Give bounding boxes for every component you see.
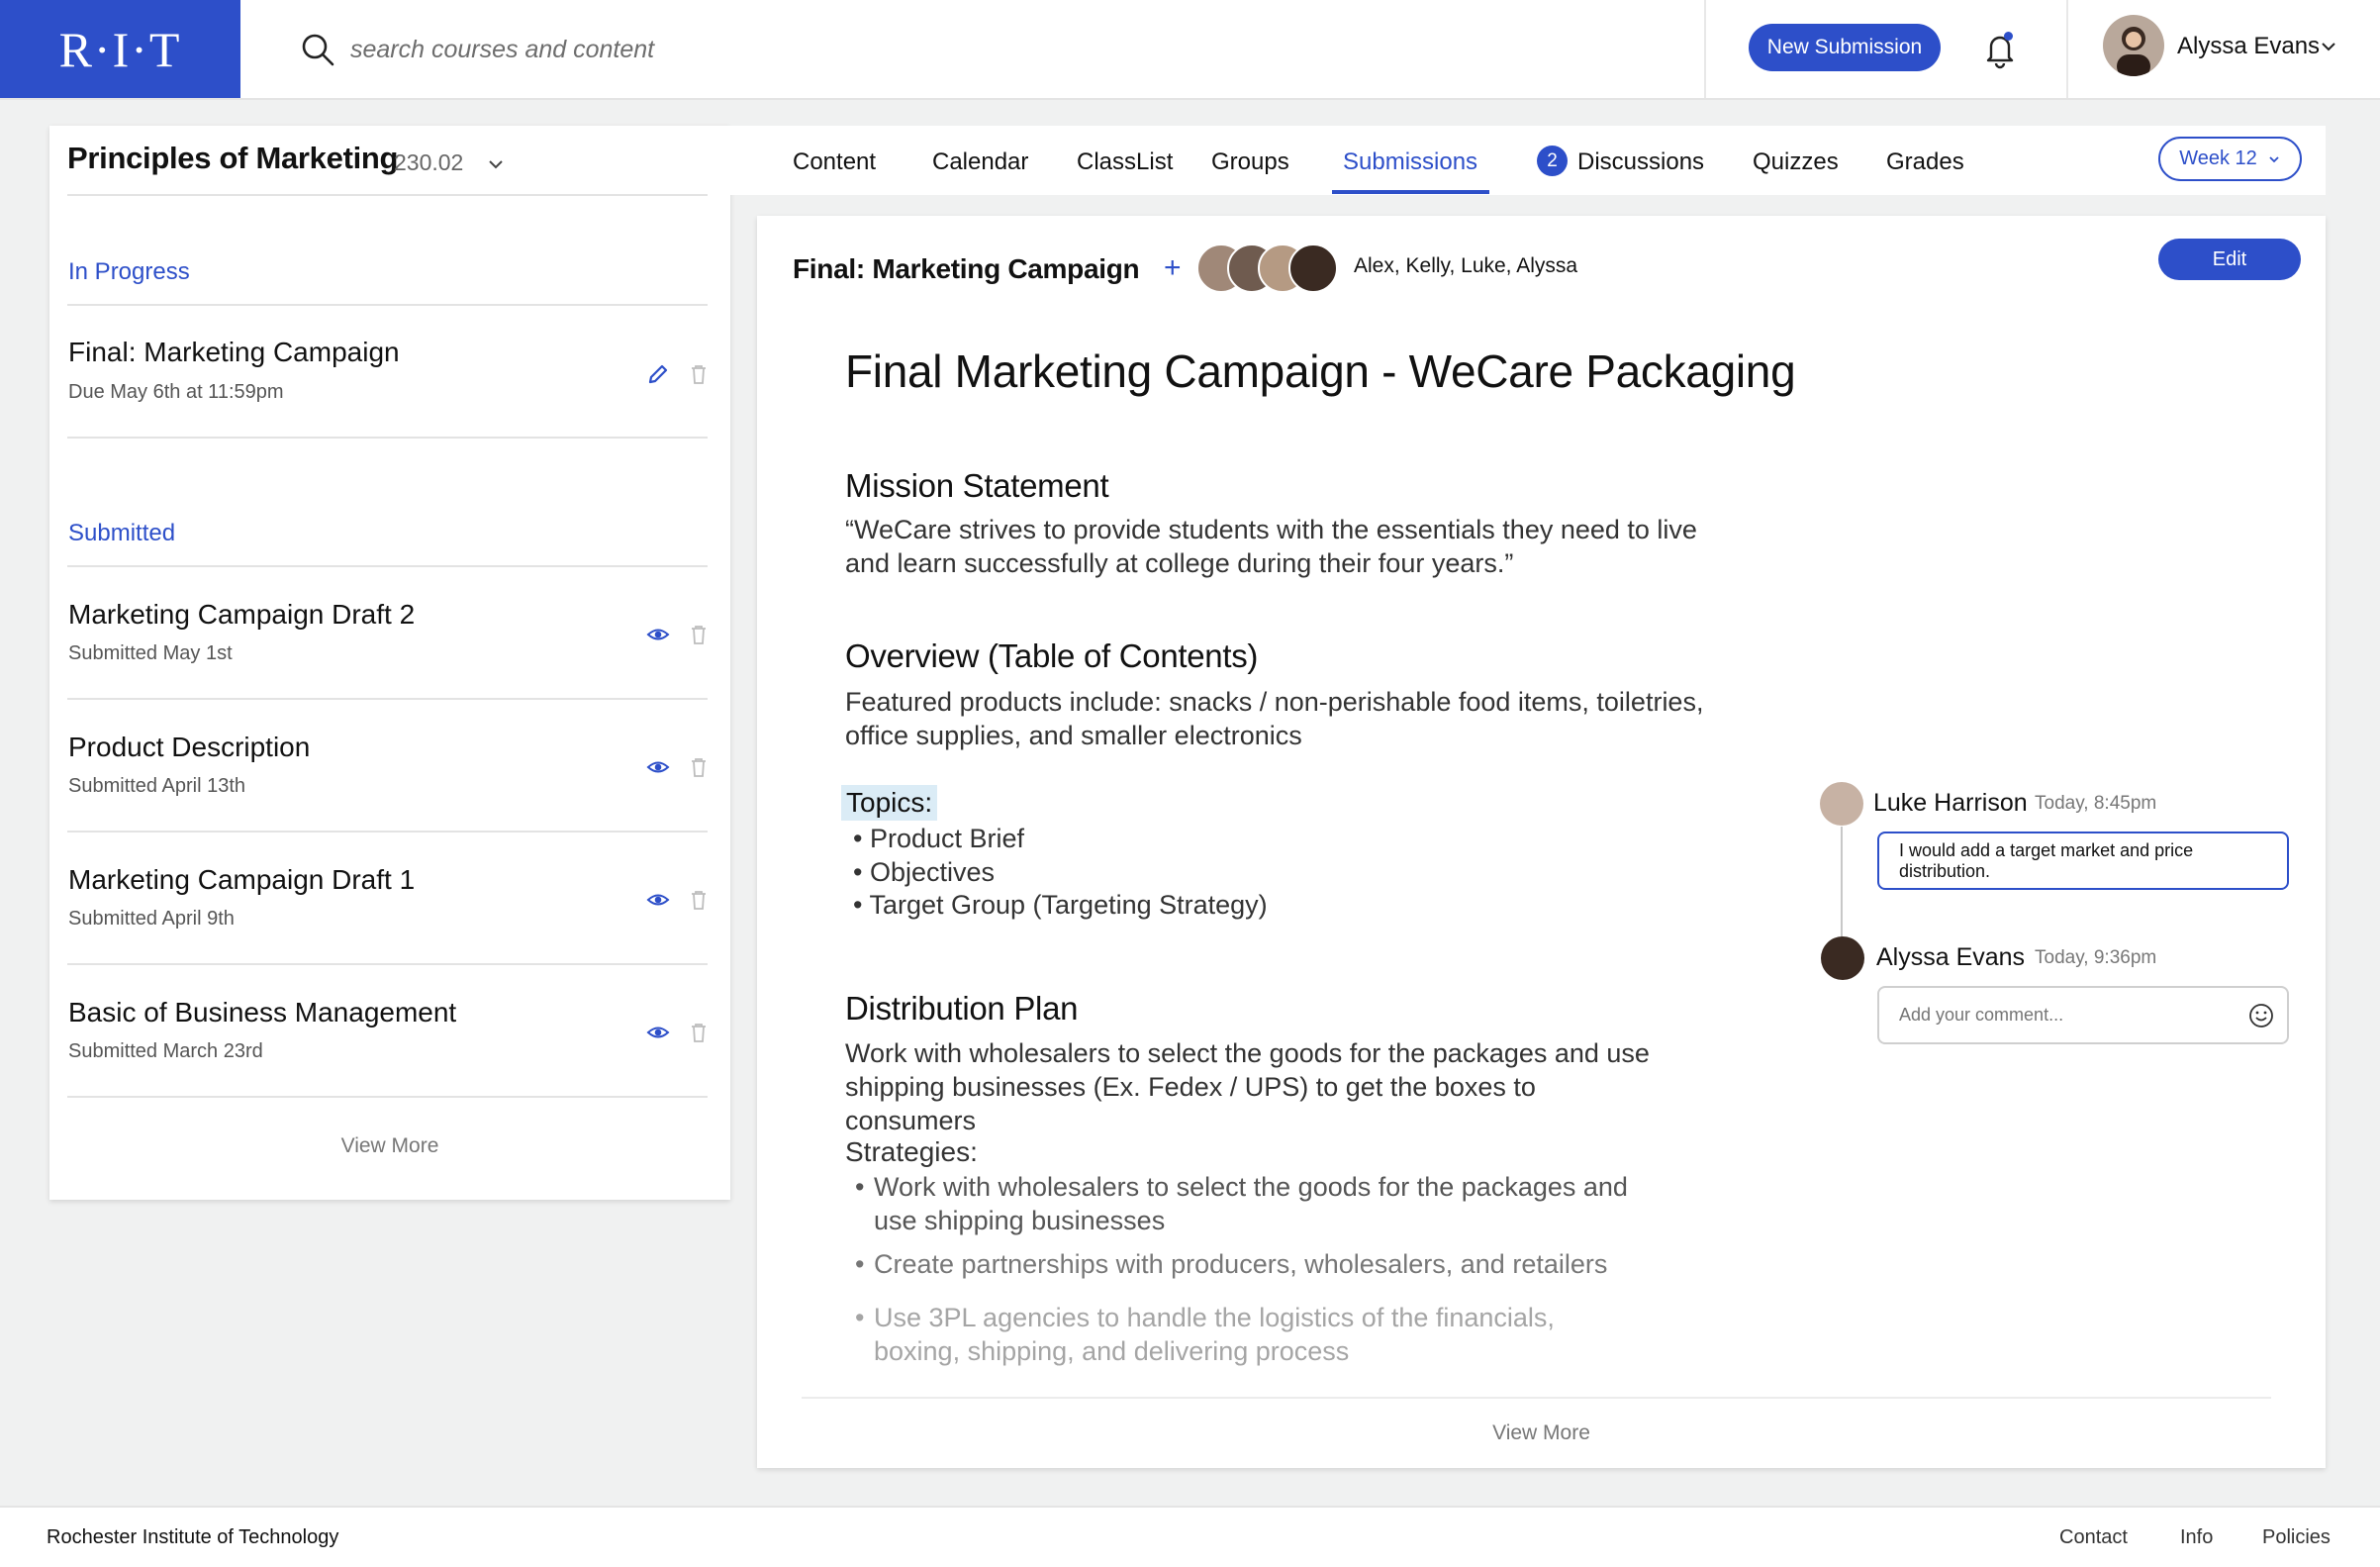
comment-time: Today, 8:45pm (2035, 793, 2157, 814)
edit-button[interactable]: Edit (2158, 239, 2301, 280)
thread-line (1841, 827, 1843, 947)
item-subtitle: Submitted May 1st (68, 642, 233, 664)
user-name[interactable]: Alyssa Evans (2177, 33, 2320, 60)
comment-input[interactable] (1877, 986, 2289, 1044)
distribution-heading: Distribution Plan (845, 990, 1079, 1027)
trash-icon[interactable] (687, 888, 711, 912)
item-title: Marketing Campaign Draft 2 (68, 599, 416, 630)
divider (67, 1096, 708, 1098)
footer-link-info[interactable]: Info (2180, 1526, 2213, 1549)
list-item[interactable]: Basic of Business Management Submitted Ma… (49, 965, 730, 1098)
chevron-down-icon[interactable] (487, 155, 505, 173)
list-item[interactable]: Product Description Submitted April 13th (49, 700, 730, 832)
item-title: Final: Marketing Campaign (68, 337, 400, 367)
item-title: Basic of Business Management (68, 997, 457, 1028)
search-input[interactable] (348, 28, 1104, 71)
reply-author: Alyssa Evans (1876, 943, 2026, 971)
item-title: Product Description (68, 732, 311, 762)
divider (67, 304, 708, 306)
overview-heading: Overview (Table of Contents) (845, 637, 1259, 674)
trash-icon[interactable] (687, 755, 711, 779)
chevron-down-icon (2269, 155, 2279, 162)
course-title: Principles of Marketing (67, 141, 399, 175)
new-submission-button[interactable]: New Submission (1749, 24, 1941, 71)
reply-time: Today, 9:36pm (2035, 947, 2157, 968)
emoji-icon[interactable] (2248, 1003, 2274, 1028)
header-divider (1704, 0, 1706, 98)
active-tab-indicator (1332, 190, 1489, 194)
item-subtitle: Submitted April 9th (68, 908, 235, 930)
list-item[interactable]: Marketing Campaign Draft 2 Submitted May … (49, 567, 730, 700)
header-divider (2066, 0, 2068, 98)
tab-calendar[interactable]: Calendar (932, 148, 1028, 176)
submission-title: Final: Marketing Campaign (793, 253, 1140, 284)
rit-logo[interactable]: R·I·T (0, 0, 240, 98)
divider (67, 194, 708, 196)
trash-icon[interactable] (687, 623, 711, 646)
avatar (1288, 244, 1338, 293)
discussions-badge: 2 (1537, 146, 1568, 176)
mission-heading: Mission Statement (845, 467, 1109, 504)
week-label: Week 12 (2179, 147, 2257, 169)
tab-groups[interactable]: Groups (1211, 148, 1289, 176)
view-more-link[interactable]: View More (49, 1134, 730, 1158)
eye-icon[interactable] (646, 623, 670, 646)
in-progress-label: In Progress (68, 258, 190, 285)
list-item: • Target Group (Targeting Strategy) (853, 890, 1268, 920)
notification-dot (2004, 32, 2013, 41)
list-item: • Objectives (853, 857, 996, 887)
list-item: • Product Brief (853, 824, 1025, 853)
chevron-down-icon[interactable] (2320, 38, 2337, 55)
list-item: • Work with wholesalers to select the goo… (855, 1172, 1628, 1235)
distribution-text: Work with wholesalers to select the good… (845, 1038, 1650, 1135)
footer-link-policies[interactable]: Policies (2262, 1526, 2331, 1549)
tab-grades[interactable]: Grades (1886, 148, 1964, 176)
item-subtitle: Due May 6th at 11:59pm (68, 381, 284, 403)
tab-submissions[interactable]: Submissions (1343, 148, 1477, 176)
course-number: 230.02 (394, 149, 464, 175)
add-member-icon[interactable]: + (1164, 251, 1182, 285)
user-avatar[interactable] (2103, 15, 2164, 76)
tab-content[interactable]: Content (793, 148, 876, 176)
divider (802, 1397, 2271, 1399)
tab-discussions[interactable]: Discussions (1577, 148, 1704, 176)
avatar (1820, 782, 1863, 826)
trash-icon[interactable] (687, 1021, 711, 1044)
week-selector[interactable]: Week 12 (2158, 137, 2302, 181)
list-item[interactable]: Marketing Campaign Draft 1 Submitted Apri… (49, 832, 730, 965)
topics-label: Topics: (841, 785, 938, 821)
list-item: • Create partnerships with producers, who… (855, 1249, 1608, 1279)
footer (0, 1506, 2380, 1567)
comment-text: I would add a target market and price di… (1877, 832, 2289, 890)
item-subtitle: Submitted March 23rd (68, 1040, 263, 1062)
eye-icon[interactable] (646, 755, 670, 779)
avatar (1821, 936, 1864, 980)
tab-quizzes[interactable]: Quizzes (1753, 148, 1839, 176)
comment-author: Luke Harrison (1873, 789, 2028, 817)
footer-org: Rochester Institute of Technology (47, 1526, 339, 1548)
group-members: Alex, Kelly, Luke, Alyssa (1354, 254, 1578, 277)
tab-classlist[interactable]: ClassList (1077, 148, 1173, 176)
list-item: • Use 3PL agencies to handle the logistic… (855, 1303, 1555, 1366)
divider (67, 437, 708, 439)
item-subtitle: Submitted April 13th (68, 775, 245, 797)
pencil-icon[interactable] (646, 362, 670, 386)
trash-icon[interactable] (687, 362, 711, 386)
document-title: Final Marketing Campaign - WeCare Packag… (845, 345, 1796, 397)
item-title: Marketing Campaign Draft 1 (68, 864, 416, 895)
submitted-label: Submitted (68, 520, 176, 546)
footer-link-contact[interactable]: Contact (2059, 1526, 2128, 1549)
eye-icon[interactable] (646, 888, 670, 912)
overview-text: Featured products include: snacks / non-… (845, 687, 1704, 750)
strategies-label: Strategies: (845, 1136, 978, 1167)
mission-text: “WeCare strives to provide students with… (845, 515, 1697, 578)
eye-icon[interactable] (646, 1021, 670, 1044)
list-item[interactable]: Final: Marketing Campaign Due May 6th at… (49, 327, 730, 436)
view-more-link[interactable]: View More (757, 1421, 2326, 1445)
search-icon[interactable] (300, 32, 335, 67)
